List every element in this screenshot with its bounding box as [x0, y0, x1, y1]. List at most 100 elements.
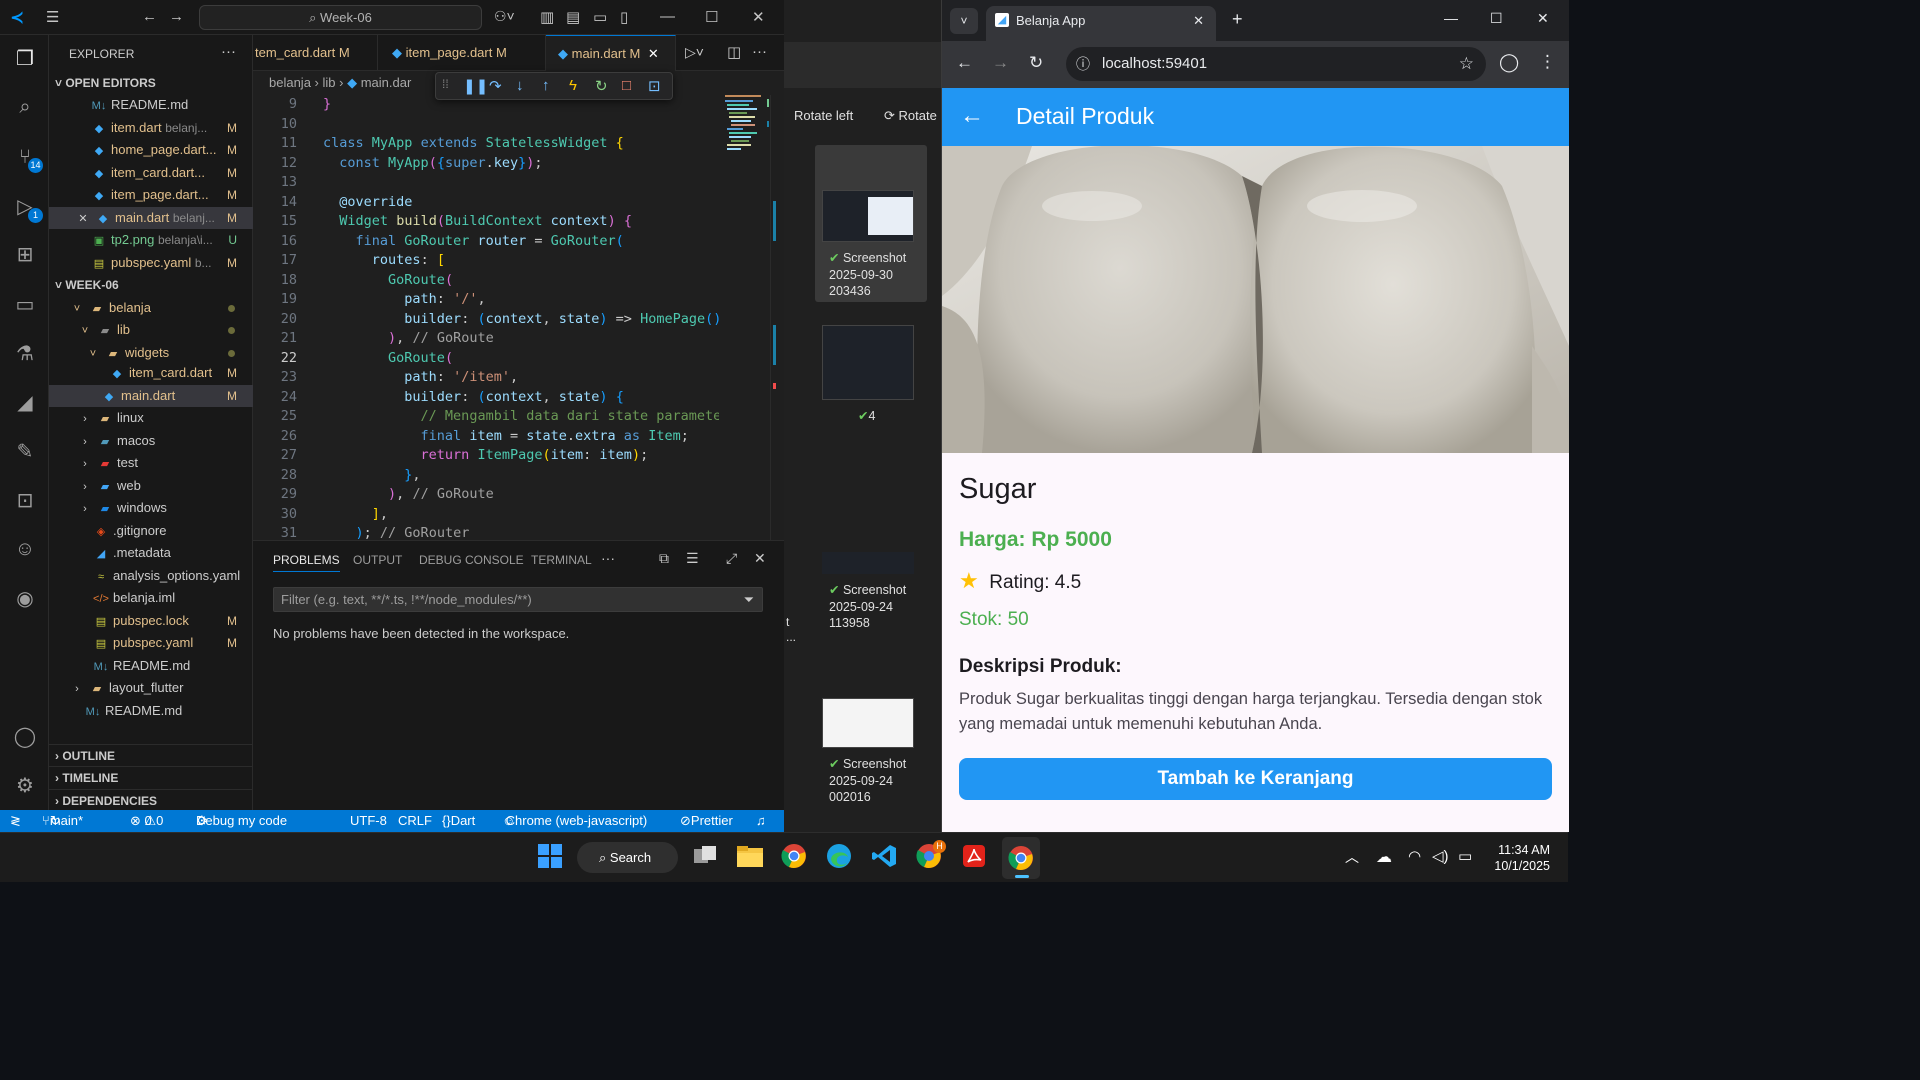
settings-gear-icon[interactable]: ⚙ [11, 772, 39, 800]
tree-file[interactable]: M↓ README.md [49, 700, 253, 722]
source-control-icon[interactable]: ⑂ 14 [11, 143, 43, 173]
minimap[interactable] [719, 95, 769, 540]
vscode-icon[interactable] [871, 843, 901, 873]
tab-search-icon[interactable]: ˅ [950, 8, 978, 34]
explorer-icon[interactable]: ❐ [11, 45, 39, 73]
open-editors-section[interactable]: ˅ OPEN EDITORS [49, 72, 253, 94]
run-icon[interactable]: ▷˅ [685, 44, 704, 61]
wifi-icon[interactable]: ◠ [1408, 847, 1421, 865]
rotate-right-button[interactable]: ⟳ Rotate [884, 108, 937, 124]
vertical-scrollbar[interactable] [770, 95, 784, 540]
breadcrumb-item[interactable]: lib [323, 75, 336, 90]
tree-file[interactable]: ≈ analysis_options.yaml [49, 565, 253, 587]
remote-explorer-icon[interactable]: ▭ [11, 291, 39, 319]
breadcrumb-item[interactable]: main.dar [361, 75, 412, 90]
forward-arrow-icon[interactable]: → [169, 8, 184, 25]
open-editor-item-active[interactable]: ✕ ◆ main.dart belanj... M [49, 207, 253, 229]
collapse-all-icon[interactable]: ⧉ [659, 550, 669, 567]
testing-icon[interactable]: ⚗ [11, 340, 39, 368]
layout-icon[interactable]: ▥ [540, 8, 554, 26]
tree-file[interactable]: ◈ .gitignore [49, 520, 253, 542]
preview-icon[interactable]: ⊡ [11, 487, 39, 515]
more-actions-icon[interactable]: ··· [752, 43, 767, 60]
tab-main-dart[interactable]: ◆ main.dart M ✕ [546, 35, 676, 71]
tree-file[interactable]: ▤ pubspec.lock M [49, 610, 253, 632]
onedrive-cloud-icon[interactable]: ☁ [1376, 847, 1392, 867]
tree-folder[interactable]: › ▰ macos [49, 430, 253, 452]
chrome-tab-active[interactable]: ◢ Belanja App ✕ [986, 6, 1216, 41]
screenshot-thumbnail[interactable] [822, 552, 914, 574]
close-editor-icon[interactable]: ✕ [75, 208, 91, 229]
remote-icon[interactable]: ≷ [10, 810, 21, 832]
prettier-status[interactable]: ⊘ Prettier [680, 810, 733, 832]
copilot-chat-icon[interactable]: ☺ [11, 535, 39, 563]
tree-folder[interactable]: › ▰ linux [49, 407, 253, 429]
address-bar[interactable]: ⓘ localhost:59401 ☆ [1066, 47, 1486, 81]
tree-file[interactable]: ◢ .metadata [49, 542, 253, 564]
back-arrow-icon[interactable]: ← [960, 102, 984, 130]
search-icon[interactable]: ⌕ [11, 93, 39, 121]
open-editor-item[interactable]: M↓ README.md [49, 94, 253, 116]
command-center-search[interactable]: ⌕ Week-06 [199, 5, 482, 30]
minimize-button[interactable]: — [660, 8, 675, 25]
tree-file[interactable]: ▤ pubspec.yaml M [49, 632, 253, 654]
close-tab-icon[interactable]: ✕ [1193, 6, 1204, 35]
open-editor-item[interactable]: ▣ tp2.png belanja\i... U [49, 229, 253, 251]
chrome-profile-icon[interactable]: H [916, 840, 946, 873]
split-editor-icon[interactable]: ◫ [727, 43, 741, 61]
add-to-cart-button[interactable]: Tambah ke Keranjang [959, 758, 1552, 800]
timeline-section[interactable]: › TIMELINE [49, 766, 253, 788]
edge-icon[interactable] [826, 843, 856, 873]
inspect-widget-icon[interactable]: ⊡ [648, 77, 661, 95]
step-over-icon[interactable]: ↷ [489, 77, 502, 95]
more-panel-icon[interactable]: ··· [601, 550, 615, 566]
problems-status[interactable]: ⊗ 0 ⚠ 0 [130, 810, 163, 832]
restart-icon[interactable]: ↻ [595, 77, 608, 95]
problems-filter-input[interactable]: Filter (e.g. text, **/*.ts, !**/node_mod… [273, 587, 763, 612]
start-button[interactable] [537, 843, 567, 873]
chrome-icon[interactable] [781, 843, 811, 873]
screenshot-thumbnail[interactable] [822, 325, 914, 400]
tab-terminal[interactable]: TERMINAL [531, 553, 592, 567]
bookmark-star-icon[interactable]: ☆ [1459, 47, 1474, 81]
toggle-panel-icon[interactable]: ▭ [593, 8, 607, 26]
clock[interactable]: 11:34 AM 10/1/2025 [1490, 842, 1550, 874]
acrobat-icon[interactable] [961, 843, 991, 873]
edit-icon[interactable]: ✎ [11, 438, 39, 466]
screenshot-thumbnail[interactable] [822, 698, 914, 748]
taskbar-search[interactable]: ⌕ Search [577, 842, 678, 873]
chrome-menu-icon[interactable]: ⋮ [1539, 52, 1556, 72]
tab-item-card[interactable]: tem_card.dart M [253, 35, 378, 71]
tree-file[interactable]: M↓ README.md [49, 655, 253, 677]
breadcrumb-item[interactable]: belanja [269, 75, 311, 90]
minimize-button[interactable]: — [1444, 10, 1458, 26]
flutter-icon[interactable]: ◢ [11, 389, 39, 417]
tree-folder[interactable]: › ▰ web [49, 475, 253, 497]
run-debug-icon[interactable]: ▷ 1 [11, 193, 43, 223]
close-panel-icon[interactable]: ✕ [754, 550, 766, 567]
tree-folder[interactable]: ˅ ▰ lib [49, 319, 253, 341]
open-editor-item[interactable]: ◆ item_page.dart... M [49, 184, 253, 206]
rotate-left-button[interactable]: Rotate left [794, 108, 853, 123]
maximize-button[interactable]: ☐ [1490, 10, 1503, 27]
notifications-bell-icon[interactable]: ♫ [756, 810, 766, 832]
tab-output[interactable]: OUTPUT [353, 553, 402, 567]
toggle-sidebar-icon[interactable]: ▤ [566, 8, 580, 26]
volume-icon[interactable]: ◁) [1432, 847, 1449, 865]
new-tab-icon[interactable]: + [1232, 9, 1243, 30]
eol-status[interactable]: CRLF [398, 810, 432, 832]
hot-reload-icon[interactable]: ϟ [569, 77, 577, 94]
file-explorer-icon[interactable] [736, 843, 766, 873]
toggle-secondary-sidebar-icon[interactable]: ▯ [620, 8, 628, 26]
screenshot-thumbnail[interactable] [822, 190, 914, 242]
site-info-icon[interactable]: ⓘ [1076, 47, 1090, 81]
open-editor-item[interactable]: ◆ home_page.dart... M [49, 139, 253, 161]
tree-file-selected[interactable]: ◆ main.dart M [49, 385, 253, 407]
open-editor-item[interactable]: ◆ item.dart belanj... M [49, 117, 253, 139]
encoding-status[interactable]: UTF-8 [350, 810, 387, 832]
account-icon[interactable]: ◯ [11, 723, 39, 751]
workspace-section[interactable]: ˅ WEEK-06 [49, 274, 253, 296]
language-status[interactable]: {} Dart [442, 810, 475, 832]
copilot-icon[interactable]: ⚇˅ [494, 8, 515, 25]
more-actions-icon[interactable]: ··· [221, 43, 236, 60]
